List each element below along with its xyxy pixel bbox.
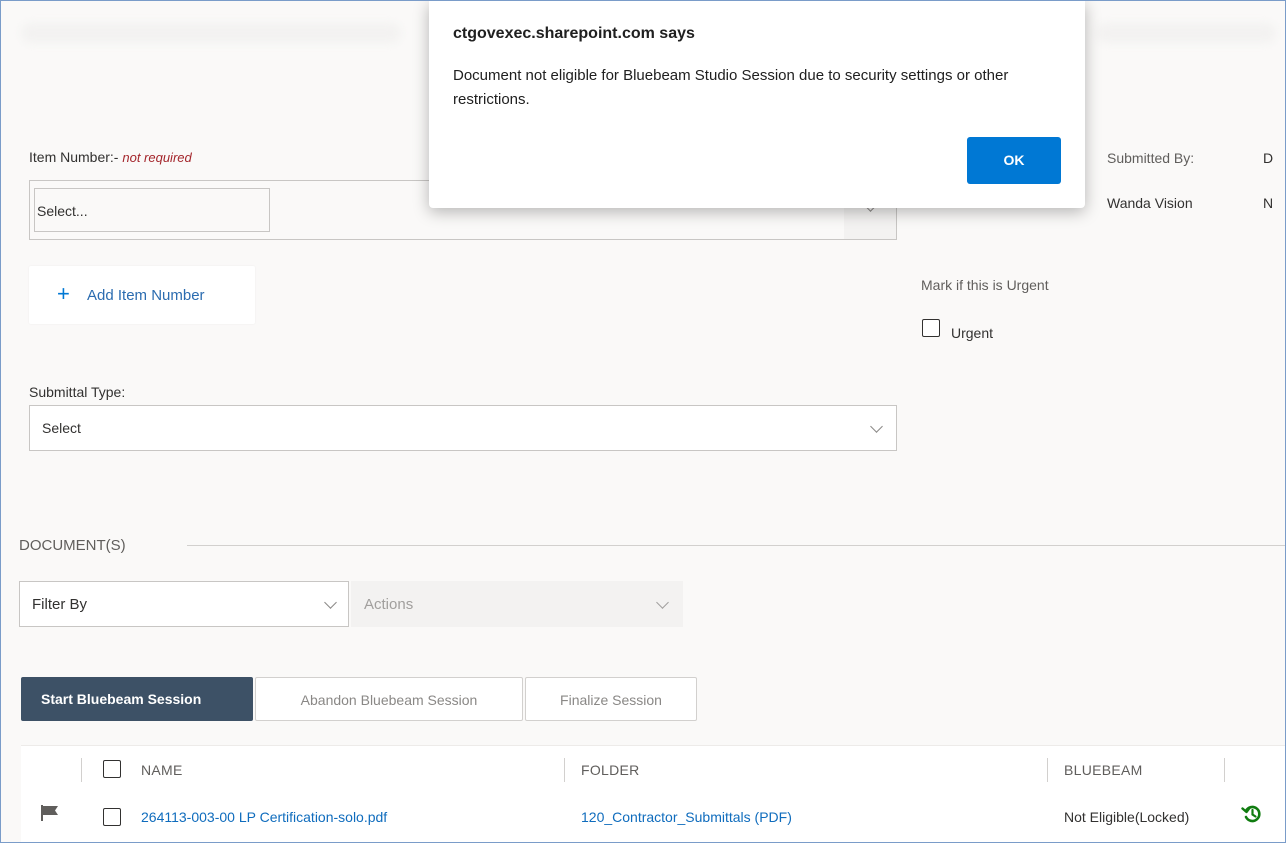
column-header-name[interactable]: NAME [141,762,183,778]
filter-by-label: Filter By [32,596,88,613]
folder-link[interactable]: 120_Contractor_Submittals (PDF) [581,809,792,825]
column-separator [564,758,565,782]
add-item-number-button[interactable]: + Add Item Number [29,266,255,324]
dialog-message: Document not eligible for Bluebeam Studi… [453,67,1009,108]
browser-alert-dialog: ctgovexec.sharepoint.com says Document n… [429,1,1085,208]
plus-icon: + [57,281,70,306]
abandon-bluebeam-session-button[interactable]: Abandon Bluebeam Session [255,677,523,721]
truncated-column-value: N [1263,195,1274,211]
abandon-session-label: Abandon Bluebeam Session [300,692,478,708]
column-separator [1224,758,1225,782]
column-header-folder[interactable]: FOLDER [581,762,640,778]
chevron-down-icon [870,420,883,433]
not-required-note: not required [122,150,192,165]
item-number-label-text: Item Number:- [29,149,119,165]
finalize-session-button[interactable]: Finalize Session [525,677,697,721]
blurred-header-bar [21,23,401,43]
column-separator [81,758,82,782]
section-divider [187,545,1285,546]
finalize-session-label: Finalize Session [560,692,662,708]
dialog-title: ctgovexec.sharepoint.com says [453,25,695,42]
ok-button[interactable]: OK [967,137,1061,184]
urgent-prompt: Mark if this is Urgent [921,277,1049,293]
row-checkbox[interactable] [103,808,121,826]
table-row[interactable]: 264113-003-00 LP Certification-solo.pdf … [21,792,1285,842]
history-icon[interactable] [1241,803,1263,825]
submittal-type-label: Submittal Type: [29,384,126,400]
add-item-number-label: Add Item Number [87,287,205,304]
flag-icon[interactable] [40,804,60,822]
column-header-bluebeam[interactable]: BLUEBEAM [1064,762,1143,778]
item-number-select[interactable]: Select... [34,188,270,232]
chevron-down-icon [324,596,337,609]
urgent-checkbox[interactable] [922,319,940,337]
submitted-by-label: Submitted By: [1107,150,1195,166]
column-separator [1047,758,1048,782]
actions-dropdown[interactable]: Actions [351,581,683,627]
start-bluebeam-session-button[interactable]: Start Bluebeam Session [21,677,253,721]
truncated-column-label: D [1263,150,1274,166]
documents-grid-header: NAME FOLDER BLUEBEAM [21,745,1285,793]
item-number-label: Item Number:- not required [29,149,192,165]
urgent-label: Urgent [951,325,994,341]
start-session-label: Start Bluebeam Session [41,691,202,707]
documents-section-title: DOCUMENT(S) [19,537,126,554]
document-name-link[interactable]: 264113-003-00 LP Certification-solo.pdf [141,809,387,825]
submittal-type-value: Select [42,420,81,436]
chevron-down-icon [656,596,669,609]
blurred-header-bar [1096,23,1276,43]
bluebeam-status: Not Eligible(Locked) [1064,809,1190,825]
select-all-checkbox[interactable] [103,760,121,778]
filter-by-dropdown[interactable]: Filter By [19,581,349,627]
submittal-type-select[interactable]: Select [29,405,897,451]
sharepoint-form-page: Item Number:- not required Select... + A… [0,0,1286,843]
submitted-by-value: Wanda Vision [1107,195,1193,211]
item-select-placeholder: Select... [37,203,88,219]
actions-label: Actions [364,596,414,613]
